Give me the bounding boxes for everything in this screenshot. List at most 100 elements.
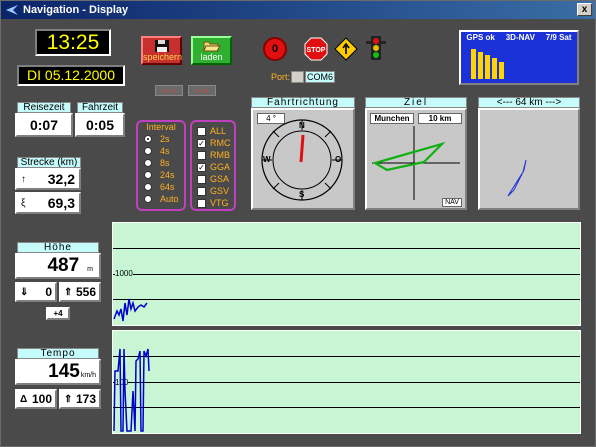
tempo-title: Tempo	[17, 348, 99, 359]
hoehe-unit: m	[87, 266, 93, 273]
altitude-chart: 1000	[112, 222, 581, 326]
track-map	[507, 159, 527, 197]
tempo-unit: km/h	[80, 372, 96, 379]
signal-bar	[478, 52, 483, 79]
compass-n: N	[299, 121, 305, 130]
compass-w: W	[263, 155, 271, 164]
sentence-checkbox[interactable]: RMB	[197, 149, 234, 161]
sentence-checkbox[interactable]: ALL	[197, 125, 234, 137]
strecke-row-1: ↑ 32,2	[15, 168, 81, 190]
compass-s: S	[299, 190, 305, 199]
sentence-label: GGA	[210, 162, 231, 172]
stop-sign-icon[interactable]: STOP	[304, 37, 328, 61]
sentence-label: RMC	[210, 138, 231, 148]
signal-bars	[471, 49, 504, 79]
prev-button[interactable]: < >	[155, 85, 183, 96]
interval-group: Interval 2s 4s 8s 24s 64s Auto	[136, 120, 186, 211]
compass-panel: 4 ° N S W O	[251, 108, 355, 210]
app-arrow-icon	[4, 3, 20, 17]
interval-option-label: 4s	[160, 146, 170, 156]
tempo-avg-box: Δ 100	[15, 389, 57, 409]
checkbox-icon[interactable]	[197, 198, 206, 208]
title-bar: Navigation - Display x	[1, 1, 595, 19]
checkbox-icon[interactable]	[197, 186, 206, 196]
altitude-trace	[113, 298, 148, 322]
up-double-arrow-icon: ⇑	[64, 393, 73, 405]
compass-o: O	[335, 155, 342, 164]
record-indicator-icon[interactable]: 0	[263, 37, 287, 61]
hoehe-step-button[interactable]: +4	[46, 307, 70, 320]
speed-trace	[113, 348, 150, 432]
radio-button-icon[interactable]	[144, 183, 152, 191]
interval-option-label: 2s	[160, 134, 170, 144]
save-button[interactable]: speichern	[141, 36, 182, 65]
warning-sign-icon	[334, 37, 358, 61]
folder-open-icon	[202, 41, 221, 52]
sentence-label: GSV	[210, 186, 230, 196]
sentence-checkbox[interactable]: VTG	[197, 197, 234, 209]
hoehe-max-box: ⇑ 556	[59, 282, 101, 302]
checkbox-icon[interactable]	[197, 150, 206, 160]
interval-option-label: 8s	[160, 158, 170, 168]
interval-options: 2s 4s 8s 24s 64s Auto	[138, 133, 184, 205]
strecke-label: Strecke (km)	[17, 157, 81, 168]
hoehe-min: 0	[45, 285, 52, 299]
fahrzeit-value: 0:05	[75, 113, 125, 137]
load-button[interactable]: laden	[191, 36, 232, 65]
signal-bar	[499, 62, 504, 79]
fahrzeit-label: Fahrzeit	[77, 102, 123, 113]
checkbox-icon[interactable]	[197, 126, 206, 136]
interval-option[interactable]: 24s	[144, 169, 184, 181]
navigation-window: Navigation - Display x 13:25 DI 05.12.20…	[0, 0, 596, 447]
ziel-nav-button[interactable]: NAV	[442, 198, 462, 207]
delta-icon: Δ	[20, 393, 28, 405]
sentence-checkbox[interactable]: ✓ RMC	[197, 137, 234, 149]
ziel-direction-plot	[372, 126, 460, 200]
interval-option[interactable]: 4s	[144, 145, 184, 157]
hoehe-value: 487	[47, 255, 80, 276]
interval-option[interactable]: 2s	[144, 133, 184, 145]
port-spinner[interactable]	[291, 71, 304, 83]
clock-time: 13:25	[35, 29, 111, 56]
radio-button-icon[interactable]	[144, 135, 152, 143]
checkmark-icon[interactable]: ✓	[197, 138, 206, 148]
interval-option[interactable]: 8s	[144, 157, 184, 169]
checkmark-icon[interactable]: ✓	[197, 162, 206, 172]
sentence-checkbox[interactable]: ✓ GGA	[197, 161, 234, 173]
heading-title: Fahrtrichtung	[251, 97, 355, 108]
radio-button-icon[interactable]	[144, 195, 152, 203]
radio-button-icon[interactable]	[144, 171, 152, 179]
floppy-icon	[154, 40, 169, 52]
up-double-arrow-icon: ⇑	[64, 286, 73, 298]
load-label: laden	[200, 52, 223, 62]
sentence-label: GSA	[210, 174, 230, 184]
interval-option[interactable]: 64s	[144, 181, 184, 193]
down-double-arrow-icon: ⇓	[20, 286, 29, 298]
window-title: Navigation - Display	[23, 4, 129, 16]
interval-option-label: 64s	[160, 182, 175, 192]
radio-button-icon[interactable]	[144, 147, 152, 155]
next-button[interactable]: > >	[188, 85, 216, 96]
ziel-panel: Munchen 10 km NAV	[365, 108, 467, 210]
up-arrow-icon: ↑	[21, 173, 26, 185]
tempo-max: 173	[75, 392, 96, 406]
signal-bar	[471, 49, 476, 79]
speed-chart: 100	[112, 330, 581, 434]
save-label: speichern	[143, 52, 183, 62]
close-button[interactable]: x	[577, 3, 592, 16]
interval-option[interactable]: Auto	[144, 193, 184, 205]
gps-status-panel: GPS ok 3D-NAV 7/9 Sat	[459, 30, 579, 85]
tempo-avg: 100	[31, 392, 52, 406]
nmea-sentence-group: ALL ✓ RMC RMB ✓ GGA GSA GSV VTG	[190, 120, 236, 211]
reisezeit-label: Reisezeit	[17, 102, 71, 113]
hoehe-max: 556	[75, 285, 96, 299]
hoehe-value-box: 487 m	[15, 253, 101, 279]
port-value: COM6	[305, 71, 335, 83]
reisezeit-value: 0:07	[15, 113, 73, 137]
radio-button-icon[interactable]	[144, 159, 152, 167]
sentence-checkbox[interactable]: GSV	[197, 185, 234, 197]
sentence-label: VTG	[210, 198, 229, 208]
hoehe-min-box: ⇓ 0	[15, 282, 57, 302]
sentence-checkbox[interactable]: GSA	[197, 173, 234, 185]
checkbox-icon[interactable]	[197, 174, 206, 184]
